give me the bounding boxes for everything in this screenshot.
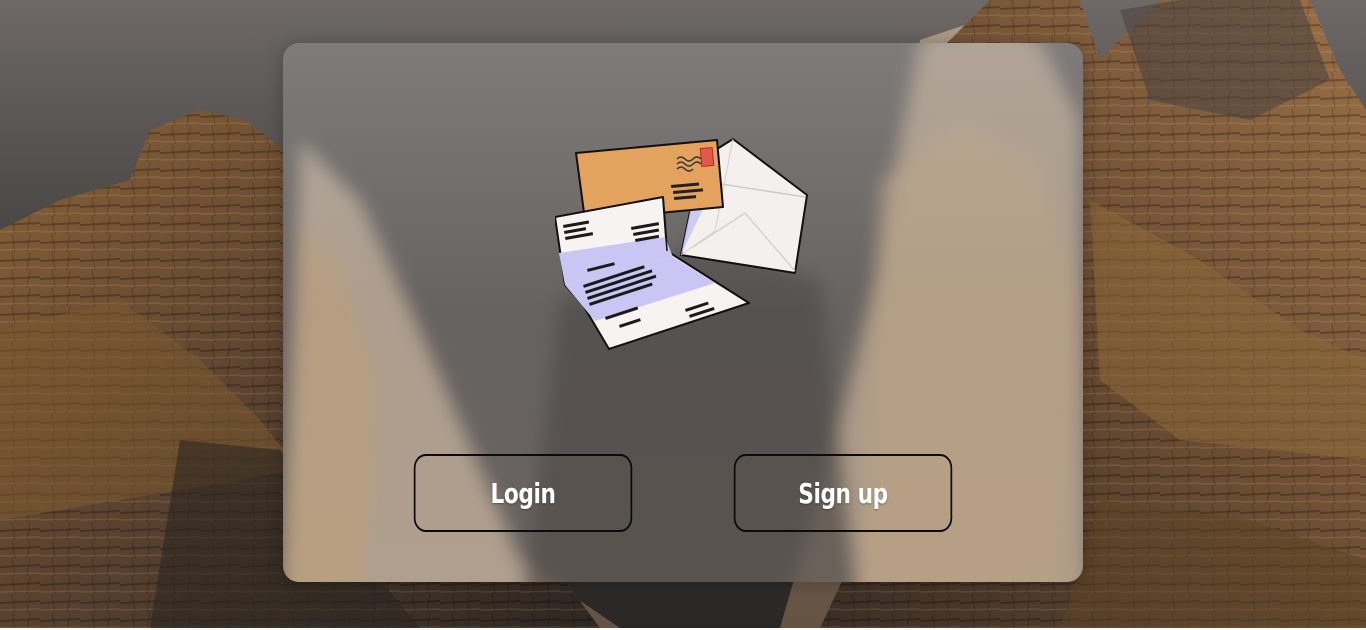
background-scene: Login Sign up: [0, 0, 1366, 628]
login-button[interactable]: Login: [413, 454, 633, 532]
signup-button[interactable]: Sign up: [733, 454, 953, 532]
mail-envelopes-icon: [555, 138, 808, 350]
auth-card: Login Sign up: [283, 43, 1083, 582]
